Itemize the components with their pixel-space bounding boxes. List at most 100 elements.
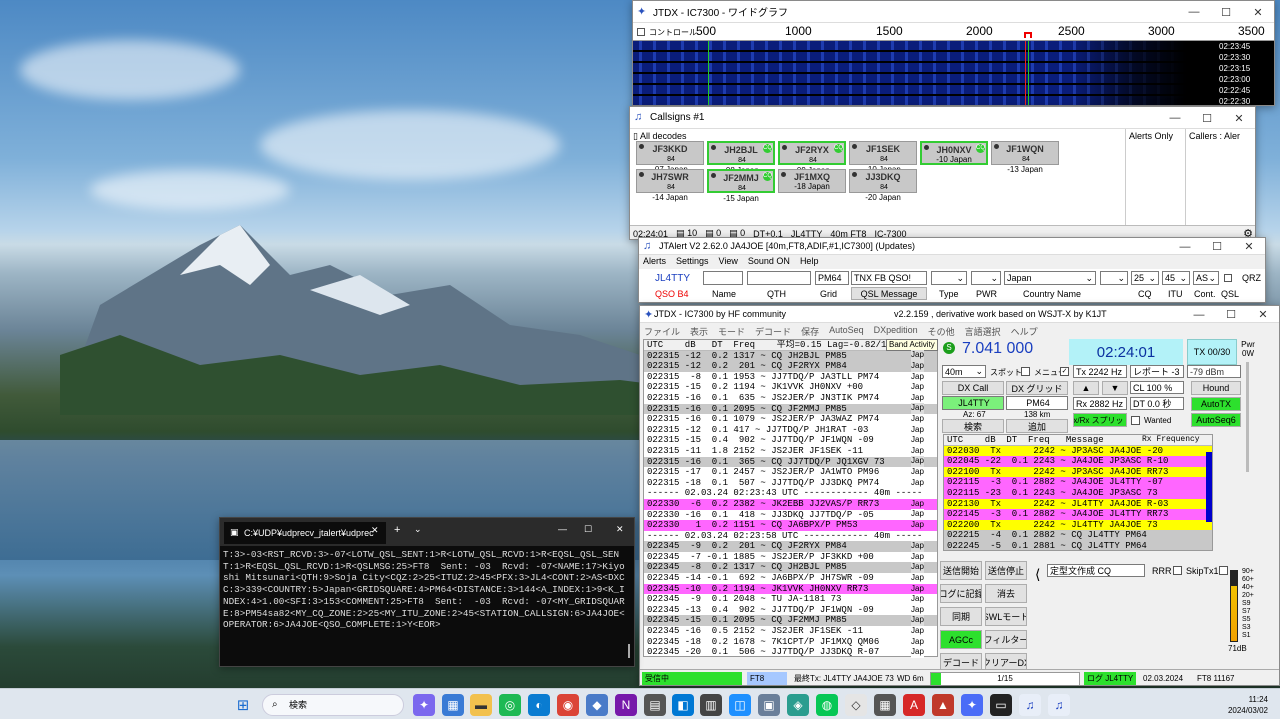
- qsl-checkbox[interactable]: [1224, 274, 1232, 282]
- hound-button[interactable]: Hound: [1191, 381, 1241, 395]
- country-select[interactable]: Japan ⌄: [1004, 271, 1096, 285]
- minimize-icon[interactable]: —: [1169, 238, 1201, 255]
- chrome-icon[interactable]: ◉: [557, 694, 579, 716]
- spot-checkbox[interactable]: [1021, 367, 1030, 376]
- menu-sound[interactable]: Sound ON: [748, 256, 790, 268]
- rx-message-row[interactable]: 022045 -22 0.1 2243 ~ JA4JOE JP3ASC R-10: [944, 456, 1212, 467]
- maximize-icon[interactable]: ☐: [584, 524, 592, 535]
- menu-language[interactable]: 言語選択: [965, 325, 1001, 337]
- spare-select[interactable]: ⌄: [1100, 271, 1128, 285]
- decode-row[interactable]: 022315 -16 0.1 365 ~ CQ JJ7TDQ/P JQ1XGV …: [644, 456, 937, 468]
- decode-row[interactable]: 022345 -8 0.2 1317 ~ CQ JH2BJL PM85: [644, 562, 937, 574]
- minimize-icon[interactable]: —: [1159, 107, 1191, 129]
- decode-row[interactable]: 022315 -18 0.1 507 ~ JJ7TDQ/P JJ3DKQ PM7…: [644, 477, 937, 489]
- type-select[interactable]: ⌄: [931, 271, 967, 285]
- action-button[interactable]: AGCc: [940, 630, 982, 649]
- decode-row[interactable]: 022315 -12 0.2 1317 ~ CQ JH2BJL PM85: [644, 350, 937, 362]
- dx-call-field[interactable]: JL4TTY: [942, 396, 1004, 410]
- callsign-tile[interactable]: CQJH2BJL84-08 Japan: [707, 141, 775, 175]
- menu-dxpedition[interactable]: DXpedition: [874, 325, 918, 337]
- app-icon[interactable]: ▥: [700, 694, 722, 716]
- search-box[interactable]: ⌕ 検索: [262, 694, 404, 716]
- close-tab-icon[interactable]: ✕: [371, 525, 379, 536]
- app-icon[interactable]: ◧: [672, 694, 694, 716]
- callsign-tile[interactable]: JF1SEK84-10 Japan: [849, 141, 917, 174]
- decode-row[interactable]: 022315 -16 0.1 2095 ~ CQ JF2MMJ PM85: [644, 403, 937, 415]
- rx-message-row[interactable]: 022115 -3 0.1 2882 ~ JA4JOE JL4TTY -07: [944, 477, 1212, 488]
- decode-row[interactable]: 022345 -16 0.5 2152 ~ JS2JER JF1SEK -11: [644, 626, 937, 637]
- jtdx-taskbar-icon[interactable]: ✦: [961, 694, 983, 716]
- action-button[interactable]: SWLモード: [985, 607, 1027, 626]
- minimize-icon[interactable]: —: [1183, 306, 1215, 323]
- action-button[interactable]: 送信停止: [985, 561, 1027, 580]
- rx-scrollbar[interactable]: [1206, 452, 1212, 522]
- action-button[interactable]: ログに記録: [940, 584, 982, 603]
- rx-message-row[interactable]: 022030 Tx 2242 ~ JP3ASC JA4JOE -20: [944, 445, 1212, 457]
- callsign-tile[interactable]: CQ JH0NXV -10 Japan: [920, 141, 988, 165]
- app-icon[interactable]: ◈: [787, 694, 809, 716]
- maximize-icon[interactable]: ☐: [1191, 107, 1223, 129]
- itu-zone-select[interactable]: 45 ⌄: [1162, 271, 1190, 285]
- rx-message-row[interactable]: 022100 Tx 2242 ~ JP3ASC JA4JOE RR73: [944, 466, 1212, 478]
- rx-message-row[interactable]: 022200 Tx 2242 ~ JL4TTY JA4JOE 73: [944, 519, 1212, 531]
- cq-zone-select[interactable]: 25 ⌄: [1131, 271, 1159, 285]
- pwr-select[interactable]: ⌄: [971, 271, 1001, 285]
- qsl-message-button[interactable]: QSL Message: [851, 287, 927, 300]
- menu-mode[interactable]: モード: [718, 325, 745, 337]
- decode-row[interactable]: 022315 -8 0.1 1953 ~ JJ7TDQ/P JA3TLL PM7…: [644, 371, 937, 383]
- waterfall-display[interactable]: 02:23:45 02:23:30 02:23:15 02:23:00 02:2…: [633, 41, 1274, 105]
- music-note-icon[interactable]: ♫: [1048, 694, 1070, 716]
- menu-file[interactable]: ファイル: [644, 325, 680, 337]
- callsign-tile[interactable]: CQ JF2MMJ 84 -15 Japan: [707, 169, 775, 203]
- menu-autoseq[interactable]: AutoSeq: [829, 325, 864, 337]
- menu-settings[interactable]: Settings: [676, 256, 709, 268]
- rx-frequency-panel[interactable]: UTC dB DT Freq Message Rx Frequency 02203…: [943, 434, 1213, 551]
- app-icon[interactable]: ▤: [644, 694, 666, 716]
- rx-message-row[interactable]: 022115 -23 0.1 2243 ~ JA4JOE JP3ASC 73: [944, 487, 1212, 499]
- dx-grid-button[interactable]: DX グリッド: [1006, 381, 1068, 395]
- rx-message-row[interactable]: 022215 -4 0.1 2882 ~ CQ JL4TTY PM64: [944, 530, 1212, 541]
- free-text-field[interactable]: 定型文作成 CQ: [1047, 564, 1145, 577]
- app-icon[interactable]: ▲: [932, 694, 954, 716]
- decode-row[interactable]: 022345 -9 0.1 2048 ~ TU JA-1181 73: [644, 594, 937, 605]
- skiptx-checkbox[interactable]: [1219, 566, 1228, 575]
- menu-checkbox[interactable]: ✓: [1060, 367, 1069, 376]
- band-select[interactable]: 40m ⌄: [942, 365, 986, 378]
- action-button[interactable]: フィルター: [985, 630, 1027, 649]
- title-bar[interactable]: ✦ JTDX - IC7300 by HF community v2.2.159 …: [640, 306, 1279, 323]
- callsign-tile[interactable]: JJ3DKQ 84 -20 Japan: [849, 169, 917, 202]
- app-icon[interactable]: ◇: [845, 694, 867, 716]
- qth-field[interactable]: [747, 271, 811, 285]
- menu-decode[interactable]: デコード: [755, 325, 791, 337]
- close-icon[interactable]: ✕: [1247, 306, 1279, 323]
- decode-row[interactable]: ------ 02.03.24 02:23:43 UTC -----------…: [644, 488, 937, 499]
- title-bar[interactable]: ✦ JTDX - IC7300 - ワイドグラフ — ☐ ✕: [633, 1, 1274, 23]
- start-icon[interactable]: ⊞: [232, 694, 254, 716]
- wanted-checkbox[interactable]: [1131, 416, 1140, 425]
- decode-row[interactable]: 022315 -12 0.2 201 ~ CQ JF2RYX PM84: [644, 361, 937, 372]
- decode-row[interactable]: 022345 -9 0.2 201 ~ CQ JF2RYX PM84: [644, 541, 937, 552]
- grid-field[interactable]: PM64: [815, 271, 849, 285]
- cl-field[interactable]: CL 100 %: [1130, 381, 1184, 394]
- terminal-taskbar-icon[interactable]: ▭: [990, 694, 1012, 716]
- rx-message-row[interactable]: 022130 Tx 2242 ~ JL4TTY JA4JOE R-03: [944, 498, 1212, 510]
- decode-row[interactable]: 022345 -13 0.4 902 ~ JJ7TDQ/P JF1WQN -09: [644, 604, 937, 616]
- music-note-icon[interactable]: ♫: [1019, 694, 1041, 716]
- line-icon[interactable]: ◍: [816, 694, 838, 716]
- add-button[interactable]: 追加: [1006, 419, 1068, 433]
- decode-row[interactable]: 022345 -18 0.2 1678 ~ 7K1CPT/P JF1MXQ QM…: [644, 636, 937, 648]
- tx-frequency-field[interactable]: Tx 2242 Hz: [1073, 365, 1127, 378]
- action-button[interactable]: 送信開始: [940, 561, 982, 580]
- title-bar[interactable]: ♫ JTAlert V2 2.62.0 JA4JOE [40m,FT8,ADIF,…: [639, 238, 1265, 255]
- app-icon[interactable]: ◎: [499, 694, 521, 716]
- decode-row[interactable]: 022315 -17 0.1 2457 ~ JS2JER/P JA1WTO PM…: [644, 467, 937, 478]
- maximize-icon[interactable]: ☐: [1201, 238, 1233, 255]
- console-title-bar[interactable]: ▣ C:¥UDP¥udprecv_jtalert¥udprec ✕ + ⌄ — ☐…: [220, 518, 634, 546]
- console-tab[interactable]: ▣ C:¥UDP¥udprecv_jtalert¥udprec: [224, 522, 386, 544]
- rx-frequency-field[interactable]: Rx 2882 Hz: [1073, 397, 1127, 410]
- decode-row[interactable]: 022345 -10 0.2 1194 ~ JK1VVK JH0NXV RR73: [644, 583, 937, 595]
- menu-alerts[interactable]: Alerts: [643, 256, 666, 268]
- task-view-icon[interactable]: ▦: [442, 694, 464, 716]
- decode-row[interactable]: 022315 -16 0.1 1079 ~ JS2JER/P JA3WAZ PM…: [644, 414, 937, 425]
- decode-row[interactable]: 022345 -15 0.1 2095 ~ CQ JF2MMJ PM85: [644, 615, 937, 627]
